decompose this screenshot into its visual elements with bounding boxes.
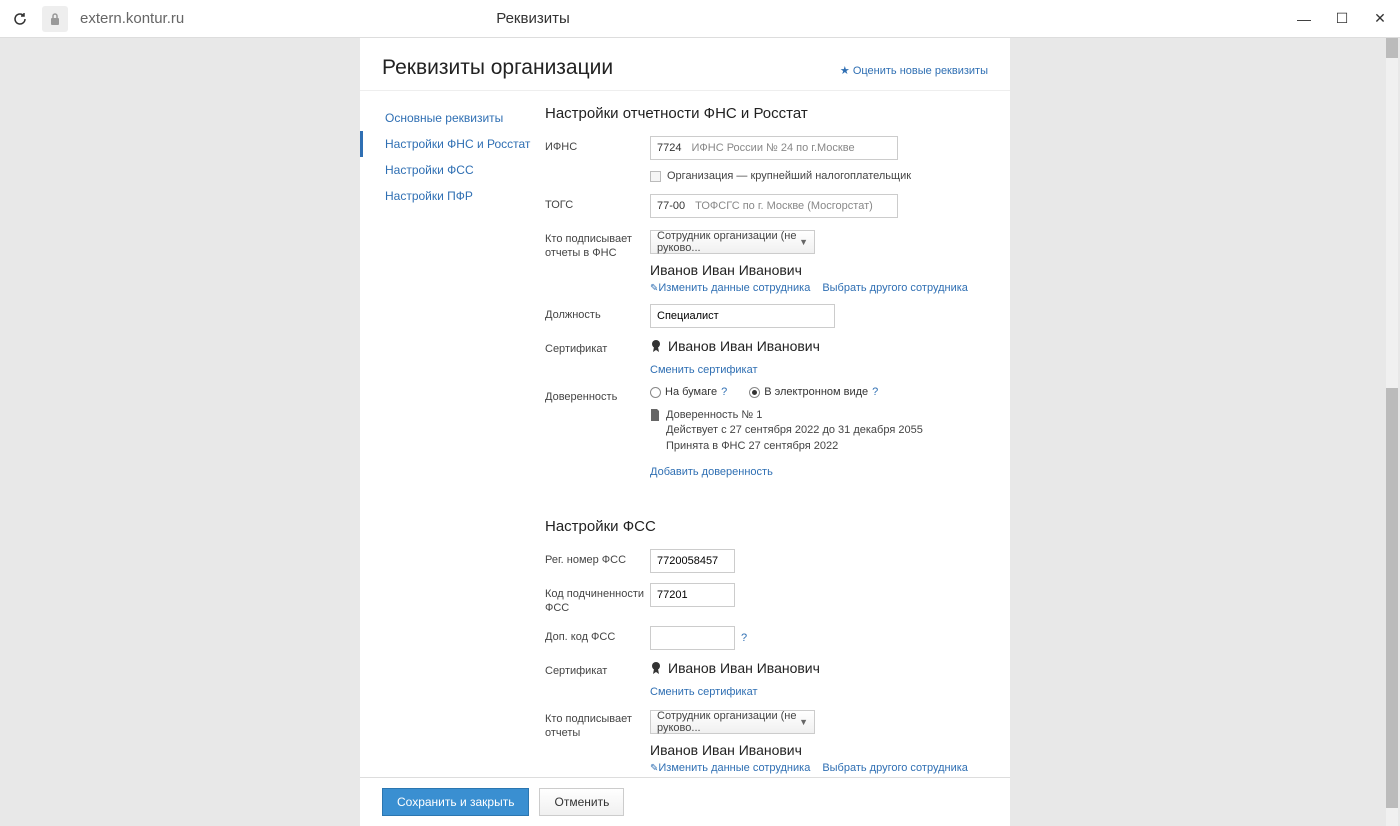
- togs-code: 77-00: [651, 200, 691, 212]
- scrollbar-thumb[interactable]: [1386, 388, 1398, 808]
- browser-bar: extern.kontur.ru Реквизиты — ☐ ✕: [0, 0, 1400, 38]
- fns-attorney-accepted: Принята в ФНС 27 сентября 2022: [666, 439, 923, 454]
- minimize-icon[interactable]: —: [1294, 9, 1314, 29]
- browser-page-title: Реквизиты: [496, 10, 570, 27]
- page-title: Реквизиты организации: [382, 56, 613, 80]
- fss-change-cert-link[interactable]: Сменить сертификат: [650, 686, 758, 698]
- fss-subcode-input[interactable]: [650, 583, 735, 607]
- attorney-paper-radio[interactable]: [650, 387, 661, 398]
- fns-cert-name: Иванов Иван Иванович: [668, 338, 820, 354]
- sidebar-item-pfr[interactable]: Настройки ПФР: [360, 183, 545, 209]
- scrollbar-up[interactable]: [1386, 38, 1398, 58]
- fss-signer-select[interactable]: Сотрудник организации (не руково... ▼: [650, 710, 815, 734]
- fss-addcode-label: Доп. код ФСС: [545, 626, 650, 644]
- footer-bar: Сохранить и закрыть Отменить: [360, 777, 1010, 826]
- fns-choose-other-link[interactable]: Выбрать другого сотрудника: [822, 282, 968, 294]
- ifns-code: 7724: [651, 142, 687, 154]
- refresh-icon[interactable]: [10, 9, 30, 29]
- fns-section-title: Настройки отчетности ФНС и Росстат: [545, 105, 992, 122]
- close-icon[interactable]: ✕: [1370, 9, 1390, 29]
- large-taxpayer-label: Организация — крупнейший налогоплательщи…: [667, 170, 911, 182]
- ifns-input[interactable]: 7724 ИФНС России № 24 по г.Москве: [650, 136, 898, 160]
- fns-add-attorney-link[interactable]: Добавить доверенность: [650, 466, 773, 478]
- main-form: Настройки отчетности ФНС и Росстат ИФНС …: [545, 105, 1010, 826]
- sidebar: Основные реквизиты Настройки ФНС и Росст…: [360, 105, 545, 826]
- fss-addcode-input[interactable]: [650, 626, 735, 650]
- page-header: Реквизиты организации Оценить новые рекв…: [360, 38, 1010, 91]
- sidebar-item-fss[interactable]: Настройки ФСС: [360, 157, 545, 183]
- fns-signer-select[interactable]: Сотрудник организации (не руково... ▼: [650, 230, 815, 254]
- fss-signer-label: Кто подписывает отчеты: [545, 708, 650, 741]
- fss-cert-name: Иванов Иван Иванович: [668, 660, 820, 676]
- togs-desc: ТОФСГС по г. Москве (Мосгорстат): [691, 200, 877, 212]
- certificate-icon: [650, 661, 662, 675]
- fns-edit-employee-link[interactable]: ✎Изменить данные сотрудника: [650, 282, 810, 294]
- content-panel: Реквизиты организации Оценить новые рекв…: [360, 38, 1010, 826]
- fss-signer-name: Иванов Иван Иванович: [650, 742, 992, 758]
- fss-regnum-input[interactable]: [650, 549, 735, 573]
- maximize-icon[interactable]: ☐: [1332, 9, 1352, 29]
- fss-regnum-label: Рег. номер ФСС: [545, 549, 650, 567]
- rate-link[interactable]: Оценить новые реквизиты: [840, 64, 988, 77]
- sidebar-item-main[interactable]: Основные реквизиты: [360, 105, 545, 131]
- fss-subcode-label: Код подчиненности ФСС: [545, 583, 650, 616]
- cancel-button[interactable]: Отменить: [539, 788, 624, 816]
- sidebar-item-fns[interactable]: Настройки ФНС и Росстат: [360, 131, 545, 157]
- fss-edit-employee-link[interactable]: ✎Изменить данные сотрудника: [650, 762, 810, 774]
- fns-signer-label: Кто подписывает отчеты в ФНС: [545, 228, 650, 261]
- togs-input[interactable]: 77-00 ТОФСГС по г. Москве (Мосгорстат): [650, 194, 898, 218]
- left-gutter: [0, 38, 360, 826]
- fns-change-cert-link[interactable]: Сменить сертификат: [650, 364, 758, 376]
- fns-position-label: Должность: [545, 304, 650, 322]
- attorney-electronic-radio[interactable]: [749, 387, 760, 398]
- right-gutter: [1010, 38, 1400, 826]
- togs-label: ТОГС: [545, 194, 650, 212]
- window-controls: — ☐ ✕: [1294, 9, 1390, 29]
- fns-attorney-title: Доверенность № 1: [666, 408, 923, 423]
- fns-attorney-label: Доверенность: [545, 386, 650, 404]
- fns-cert-label: Сертификат: [545, 338, 650, 356]
- fss-choose-other-link[interactable]: Выбрать другого сотрудника: [822, 762, 968, 774]
- fss-cert-label: Сертификат: [545, 660, 650, 678]
- ifns-label: ИФНС: [545, 136, 650, 154]
- save-button[interactable]: Сохранить и закрыть: [382, 788, 529, 816]
- chevron-down-icon: ▼: [799, 717, 808, 727]
- certificate-icon: [650, 339, 662, 353]
- help-icon[interactable]: ?: [872, 386, 878, 398]
- fns-position-input[interactable]: [650, 304, 835, 328]
- attorney-paper-label: На бумаге: [665, 386, 717, 398]
- url-text: extern.kontur.ru: [80, 10, 184, 27]
- large-taxpayer-checkbox[interactable]: [650, 171, 661, 182]
- document-icon: [650, 409, 660, 421]
- fss-section-title: Настройки ФСС: [545, 518, 992, 535]
- ifns-desc: ИФНС России № 24 по г.Москве: [687, 142, 858, 154]
- lock-icon: [42, 6, 68, 32]
- fns-signer-select-value: Сотрудник организации (не руково...: [657, 230, 799, 254]
- help-icon[interactable]: ?: [721, 386, 727, 398]
- fss-signer-select-value: Сотрудник организации (не руково...: [657, 710, 799, 734]
- help-icon[interactable]: ?: [741, 632, 747, 644]
- fns-signer-name: Иванов Иван Иванович: [650, 262, 992, 278]
- chevron-down-icon: ▼: [799, 237, 808, 247]
- fns-attorney-period: Действует с 27 сентября 2022 до 31 декаб…: [666, 423, 923, 438]
- attorney-electronic-label: В электронном виде: [764, 386, 868, 398]
